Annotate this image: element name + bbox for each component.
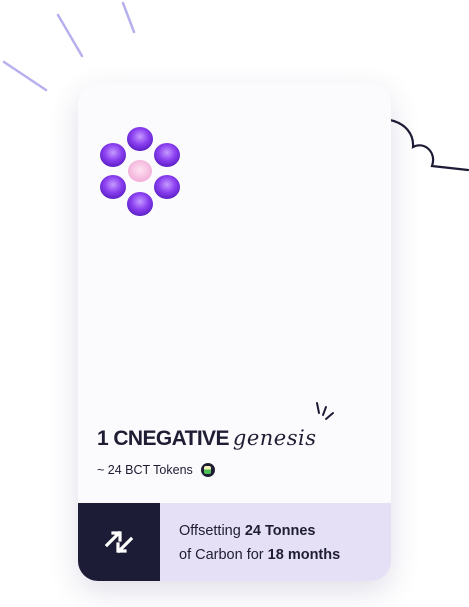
offset-prefix: Offsetting (179, 523, 241, 539)
offset-amount: 24 Tonnes (244, 523, 316, 539)
offset-info: Offsetting 24 Tonnes of Carbon for 18 mo… (160, 503, 391, 581)
sparkle-doodle (316, 402, 334, 420)
swap-button[interactable] (78, 503, 160, 581)
nft-card[interactable]: 1 CNEGATIVE genesis ~ 24 BCT Tokens Offs… (78, 83, 391, 581)
bct-token-icon (200, 463, 215, 477)
offset-duration: 18 months (267, 547, 341, 563)
burst-lines (2, 1, 136, 92)
title-script: genesis (232, 426, 317, 450)
offset-duration-prefix: of Carbon for (179, 547, 264, 563)
card-title: 1 CNEGATIVE genesis (97, 426, 316, 451)
title-text: 1 CNEGATIVE (97, 427, 229, 450)
swap-arrows-icon (104, 530, 134, 554)
offset-line-1: Offsetting 24 Tonnes (179, 519, 391, 543)
token-amount-text: ~ 24 BCT Tokens (97, 463, 193, 477)
token-amount: ~ 24 BCT Tokens (97, 463, 215, 477)
flower-logo-icon (100, 127, 180, 216)
card-footer: Offsetting 24 Tonnes of Carbon for 18 mo… (78, 503, 391, 581)
offset-line-2: of Carbon for 18 months (179, 543, 391, 567)
